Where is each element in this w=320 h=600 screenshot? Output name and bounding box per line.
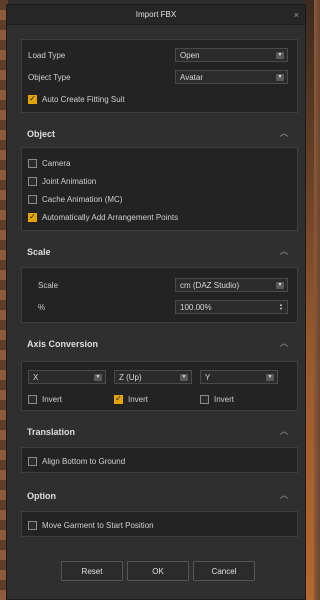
chevron-down-icon: ▼	[94, 374, 102, 381]
invert-x-checkbox[interactable]	[28, 394, 37, 404]
object-type-row: Object Type	[28, 70, 71, 84]
invert-y-row[interactable]: ✓ Invert	[114, 392, 148, 406]
axis-x-value: X	[33, 372, 39, 382]
chevron-down-icon: ▼	[276, 74, 284, 81]
section-title-option: Option	[27, 491, 56, 501]
axis-z-select[interactable]: Y ▼	[200, 370, 278, 384]
option-box: Move Garment to Start Position	[21, 511, 298, 537]
invert-z-label: Invert	[214, 394, 235, 404]
joint-animation-checkbox[interactable]	[28, 176, 37, 186]
invert-x-label: Invert	[42, 394, 63, 404]
dialog-title: Import FBX	[135, 10, 177, 19]
object-box: Camera Joint Animation Cache Animation (…	[21, 147, 298, 231]
spinner-arrows-icon[interactable]: ▲ ▼	[278, 303, 284, 312]
chevron-down-icon: ▼	[276, 282, 284, 289]
scale-box: Scale cm (DAZ Studio) ▼ % 100.00% ▲ ▼	[21, 267, 298, 323]
close-icon[interactable]: ×	[294, 10, 299, 20]
chevron-down-icon: ▼	[276, 52, 284, 59]
align-bottom-checkbox[interactable]	[28, 456, 37, 466]
align-bottom-label: Align Bottom to Ground	[42, 456, 126, 466]
chevron-down-icon: ▼	[180, 374, 188, 381]
object-item-arrangement-points[interactable]: ✓ Automatically Add Arrangement Points	[28, 210, 178, 224]
scale-unit-value: cm (DAZ Studio)	[180, 280, 240, 290]
title-bar: Import FBX ×	[7, 5, 305, 25]
axis-y-select[interactable]: Z (Up) ▼	[114, 370, 192, 384]
axis-z-value: Y	[205, 372, 211, 382]
invert-y-label: Invert	[128, 394, 149, 404]
cache-animation-label: Cache Animation (MC)	[42, 194, 123, 204]
arrangement-points-checkbox[interactable]: ✓	[28, 212, 37, 222]
load-type-row: Load Type	[28, 48, 65, 62]
object-item-joint-animation[interactable]: Joint Animation	[28, 174, 96, 188]
move-garment-checkbox[interactable]	[28, 520, 37, 530]
cache-animation-checkbox[interactable]	[28, 194, 37, 204]
object-type-select[interactable]: Avatar ▼	[175, 70, 288, 84]
chevron-down-icon: ▼	[266, 374, 274, 381]
invert-z-row[interactable]: Invert	[200, 392, 234, 406]
object-type-value: Avatar	[180, 72, 203, 82]
scale-percent-row: %	[38, 300, 45, 314]
auto-fit-label: Auto Create Fitting Suit	[42, 94, 125, 104]
axis-y-value: Z (Up)	[119, 372, 142, 382]
axis-conversion-box: X ▼ Z (Up) ▼ Y ▼ Invert ✓ Invert Invert	[21, 361, 298, 411]
ok-button[interactable]: OK	[127, 561, 189, 581]
auto-fit-checkbox[interactable]: ✓	[28, 94, 37, 104]
chevron-up-icon[interactable]: ︿	[279, 339, 289, 348]
invert-z-checkbox[interactable]	[200, 394, 209, 404]
chevron-up-icon[interactable]: ︿	[279, 491, 289, 500]
chevron-up-icon[interactable]: ︿	[279, 427, 289, 436]
auto-fit-row[interactable]: ✓ Auto Create Fitting Suit	[28, 92, 125, 106]
scale-unit-row: Scale	[38, 278, 58, 292]
import-fbx-dialog: Import FBX × Load Type Open ▼ Object Typ…	[6, 4, 306, 600]
scale-unit-select[interactable]: cm (DAZ Studio) ▼	[175, 278, 288, 292]
load-type-value: Open	[180, 50, 200, 60]
arrangement-points-label: Automatically Add Arrangement Points	[42, 212, 179, 222]
scale-percent-value: 100.00%	[180, 302, 212, 312]
cancel-button[interactable]: Cancel	[193, 561, 255, 581]
section-title-translation: Translation	[27, 427, 76, 437]
move-garment-row[interactable]: Move Garment to Start Position	[28, 518, 154, 532]
chevron-up-icon[interactable]: ︿	[279, 129, 289, 138]
object-type-label: Object Type	[28, 72, 71, 82]
joint-animation-label: Joint Animation	[42, 176, 97, 186]
move-garment-label: Move Garment to Start Position	[42, 520, 154, 530]
invert-x-row[interactable]: Invert	[28, 392, 62, 406]
reset-button[interactable]: Reset	[61, 561, 123, 581]
object-item-cache-animation[interactable]: Cache Animation (MC)	[28, 192, 122, 206]
section-title-scale: Scale	[27, 247, 51, 257]
chevron-up-icon[interactable]: ︿	[279, 247, 289, 256]
load-type-select[interactable]: Open ▼	[175, 48, 288, 62]
axis-x-select[interactable]: X ▼	[28, 370, 106, 384]
invert-y-checkbox[interactable]: ✓	[114, 394, 123, 404]
section-title-axis-conversion: Axis Conversion	[27, 339, 99, 349]
load-type-label: Load Type	[28, 50, 66, 60]
camera-label: Camera	[42, 158, 71, 168]
object-item-camera[interactable]: Camera	[28, 156, 70, 170]
scale-unit-label: Scale	[38, 280, 59, 290]
camera-checkbox[interactable]	[28, 158, 37, 168]
general-settings-box: Load Type Open ▼ Object Type Avatar ▼ ✓ …	[21, 39, 298, 113]
scale-percent-label: %	[38, 302, 46, 312]
section-title-object: Object	[27, 129, 56, 139]
align-bottom-row[interactable]: Align Bottom to Ground	[28, 454, 125, 468]
translation-box: Align Bottom to Ground	[21, 447, 298, 473]
scale-percent-spinbox[interactable]: 100.00% ▲ ▼	[175, 300, 288, 314]
